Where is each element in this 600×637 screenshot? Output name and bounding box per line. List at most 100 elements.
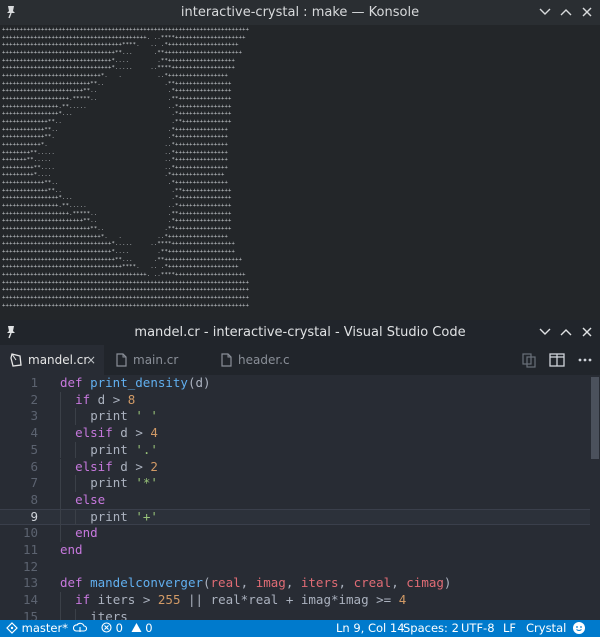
code-token: d	[90, 391, 113, 407]
code-text: print '+'	[90, 509, 158, 526]
feedback-icon[interactable]	[572, 620, 586, 637]
code-editor[interactable]: 1 def print_density(d) 2 if d > 8 3 print ' '…	[0, 375, 600, 620]
git-branch[interactable]: master*	[6, 620, 68, 637]
code-text: def mandelconverger(real, imag, iters, c…	[60, 575, 451, 592]
code-line[interactable]: 12	[0, 559, 590, 576]
line-number: 11	[22, 542, 38, 557]
terminal-line: ++++++++++++++++++++++++++++*. . ..*++++…	[2, 72, 229, 79]
line-number: 5	[30, 441, 38, 457]
cursor-position[interactable]: Ln 9, Col 14	[336, 620, 405, 637]
tab-label: main.cr	[133, 353, 179, 367]
code-line[interactable]: 9 print '+'	[0, 508, 590, 526]
code-token: '+'	[135, 508, 158, 524]
problems-indicator[interactable]: 0 0	[101, 620, 153, 637]
code-line[interactable]: 6 elsif d > 2	[0, 458, 590, 476]
terminal-line: ++++++++++++++++++++++++++++++++++++++++…	[2, 279, 250, 286]
code-line[interactable]: 7 print '*'	[0, 475, 590, 492]
terminal-line: ++++++++++++**. .*+++++++++++++++	[2, 134, 229, 141]
code-line[interactable]: 15 iters	[0, 608, 590, 620]
code-line[interactable]: 5 print '.'	[0, 441, 590, 459]
code-line[interactable]: 3 print ' '	[0, 408, 590, 426]
maximize-icon[interactable]	[557, 3, 575, 21]
file-icon	[116, 353, 127, 367]
tab-header-c[interactable]: header.c	[210, 345, 316, 375]
indentation[interactable]: Spaces: 2	[403, 620, 459, 637]
terminal-line: ++++++++++++++++++++++++++++*. . ..*++++…	[2, 233, 229, 240]
terminal-line: ++++++++++++++++++++++++++++++++++++++++…	[2, 294, 250, 301]
code-token: ,	[391, 575, 407, 591]
minimize-icon[interactable]	[536, 3, 554, 21]
terminal-line: +++++++++*.... .*+++++++++++++++	[2, 172, 225, 179]
code-line[interactable]: 8 else	[0, 491, 590, 509]
editor-scrollbar[interactable]	[590, 375, 600, 620]
code-token: 255	[157, 592, 181, 608]
indent-guide	[75, 608, 77, 620]
branch-name: master*	[21, 621, 68, 635]
warning-count: 0	[145, 621, 153, 635]
code-line[interactable]: 10 end	[0, 525, 590, 542]
language-mode[interactable]: Crystal	[526, 620, 566, 637]
sync-icon[interactable]	[72, 620, 88, 637]
konsole-titlebar: interactive-crystal : make — Konsole	[0, 0, 600, 25]
tab-close-icon[interactable]: ×	[86, 345, 96, 375]
line-ending[interactable]: LF	[503, 620, 516, 637]
scrollbar-thumb[interactable]	[591, 377, 599, 459]
split-editor-icon[interactable]	[548, 351, 566, 369]
minimize-icon[interactable]	[536, 323, 554, 341]
code-token: '*'	[135, 475, 158, 491]
line-number: 6	[30, 458, 38, 474]
indent-guide	[60, 608, 61, 620]
tab-main-cr[interactable]: main.cr	[105, 345, 209, 375]
line-number: 12	[22, 558, 38, 574]
code-line[interactable]: 11 end	[0, 542, 590, 559]
terminal-line: +++++++++++++++++++++++++**.. .**+++++++…	[2, 226, 232, 233]
terminal-line: ++++++++++++++++++++++++++++++++++++++++…	[2, 27, 250, 33]
terminal-line: ++++++++++++++++++++++++++++++++**... .*…	[2, 256, 243, 263]
indent-guide	[60, 408, 61, 426]
terminal-line: +++++++++++++++++++++++**.. .*++++++++++…	[2, 218, 232, 225]
code-token: d	[112, 458, 136, 474]
terminal-line: ++++++++++++**.. .*+++++++++++++++	[2, 126, 229, 133]
code-token: end	[60, 542, 83, 557]
code-line[interactable]: 14 if iters > 255 || real*real + imag*ima…	[0, 592, 590, 609]
code-line[interactable]: 2 if d > 8	[0, 391, 590, 409]
code-token: print	[90, 475, 136, 491]
tab-label: mandel.cr	[28, 353, 89, 367]
line-number: 2	[30, 391, 38, 407]
error-count: 0	[115, 621, 123, 635]
code-token: real	[210, 575, 241, 591]
terminal-line: +++++++++++++++++++++++++++++++*..... ..…	[2, 65, 236, 72]
terminal-line: ++++++++++++++++.**..... ..*++++++++++++…	[2, 203, 232, 210]
encoding[interactable]: UTF-8	[461, 620, 495, 637]
code-token: def	[60, 575, 83, 591]
indent-guide	[60, 425, 61, 442]
indent-guide	[75, 508, 77, 526]
maximize-icon[interactable]	[557, 323, 575, 341]
code-line[interactable]: 4 elsif d > 4	[0, 425, 590, 442]
code-line[interactable]: 1 def print_density(d)	[0, 375, 590, 392]
terminal-line: ++++++++++++++++++++++++++++++++++****. …	[2, 42, 239, 49]
tab-mandel-cr[interactable]: mandel.cr ×	[0, 345, 104, 375]
code-text: elsif d > 4	[75, 425, 158, 442]
code-token: >	[112, 391, 128, 407]
more-actions-icon[interactable]	[576, 351, 594, 369]
close-icon[interactable]	[578, 3, 596, 21]
terminal-line: +++++++++**.... ..*+++++++++++++++	[2, 164, 229, 171]
open-changes-icon[interactable]	[520, 351, 538, 369]
indent-guide	[60, 458, 61, 476]
code-token: print	[90, 441, 136, 457]
code-token: )	[443, 575, 452, 591]
indent-guide	[75, 408, 77, 426]
close-icon[interactable]	[578, 323, 596, 341]
vscode-titlebar: mandel.cr - interactive-crystal - Visual…	[0, 320, 600, 345]
terminal-line: ++++++++++++++++*... .*+++++++++++++++	[2, 111, 232, 118]
terminal-line: +++++++**..... ..*+++++++++++++++	[2, 157, 229, 164]
terminal-output[interactable]: ++++++++++++++++++++++++++++++++++++++++…	[2, 27, 352, 317]
line-number: 3	[30, 408, 38, 424]
code-text: print ' '	[90, 408, 158, 425]
file-icon	[221, 353, 232, 367]
code-text: else	[75, 492, 105, 509]
terminal-line: +++++++++++++++++++++++++++++++*.... .**…	[2, 249, 236, 256]
code-line[interactable]: 13 def mandelconverger(real, imag, iters,…	[0, 575, 590, 592]
editor-tab-bar: mandel.cr × main.cr header.c	[0, 345, 600, 375]
